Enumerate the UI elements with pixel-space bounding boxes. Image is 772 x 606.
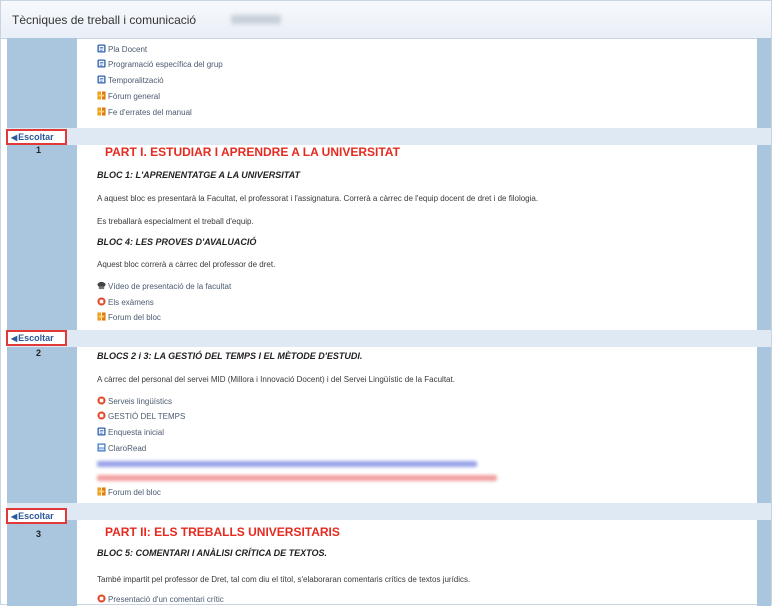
bloc4-text: Aquest bloc correrà a càrrec del profess… — [97, 260, 276, 269]
section-bar-3 — [7, 503, 771, 520]
bloc1-title: BLOC 1: L'APRENENTATGE A LA UNIVERSITAT — [97, 170, 300, 180]
resource-icon — [97, 411, 106, 420]
page-icon — [97, 75, 106, 84]
video-icon — [97, 281, 106, 290]
bloc2-3-text: A càrrec del personal del servei MID (Mi… — [97, 375, 455, 384]
section-number-2: 2 — [36, 348, 42, 358]
forum-icon — [97, 487, 106, 496]
listen-button-1[interactable]: ◀Escoltar — [6, 129, 67, 145]
resource-programacio[interactable]: Programació específica del grup — [97, 59, 223, 70]
forum-icon — [97, 312, 106, 321]
part-title-1: PART I. ESTUDIAR I APRENDRE A LA UNIVERS… — [105, 145, 400, 159]
resource-forum-bloc-1[interactable]: Forum del bloc — [97, 312, 161, 323]
resource-enquesta-inicial[interactable]: Enquesta inicial — [97, 427, 164, 438]
bloc4-title: BLOC 4: LES PROVES D'AVALUACIÓ — [97, 237, 257, 247]
section-number-3: 3 — [36, 529, 42, 539]
redacted-link-text-1 — [97, 461, 477, 467]
resource-temporalitzacio[interactable]: Temporalització — [97, 75, 164, 86]
redacted-course-code — [231, 15, 281, 24]
speaker-icon: ◀ — [11, 334, 18, 343]
course-header: Tècniques de treball i comunicació — [1, 1, 771, 39]
resource-pla-docent[interactable]: Pla Docent — [97, 44, 147, 55]
page-icon — [97, 44, 106, 53]
resource-presentacio-comentari[interactable]: Presentació d'un comentari crític — [97, 594, 224, 605]
page-icon — [97, 427, 106, 436]
bloc1-text1: A aquest bloc es presentarà la Facultat,… — [97, 194, 539, 203]
resource-icon — [97, 297, 106, 306]
course-page: Tècniques de treball i comunicació Pla D… — [0, 0, 772, 606]
section-number-1: 1 — [36, 145, 42, 155]
bloc5-text: També impartit pel professor de Dret, ta… — [97, 575, 471, 584]
course-title: Tècniques de treball i comunicació — [12, 13, 197, 27]
resource-forum-general[interactable]: Fòrum general — [97, 91, 160, 102]
forum-icon — [97, 107, 106, 116]
speaker-icon: ◀ — [11, 133, 18, 142]
section-bar-1 — [7, 128, 771, 145]
resource-gestio-temps[interactable]: GESTIÓ DEL TEMPS — [97, 411, 185, 422]
page-icon — [97, 59, 106, 68]
part-title-3: PART II: ELS TREBALLS UNIVERSITARIS — [105, 525, 340, 539]
resource-serveis-linguistics[interactable]: Serveis lingüístics — [97, 396, 172, 407]
section-bar-2 — [7, 330, 771, 347]
listen-button-2[interactable]: ◀Escoltar — [6, 330, 67, 346]
redacted-link-text-2 — [97, 475, 497, 481]
resource-claroread[interactable]: ClaroRead — [97, 443, 146, 454]
resource-video-presentacio[interactable]: Vídeo de presentació de la facultat — [97, 281, 231, 292]
listen-button-3[interactable]: ◀Escoltar — [6, 508, 67, 524]
bloc2-3-title: BLOCS 2 i 3: LA GESTIÓ DEL TEMPS I EL MÈ… — [97, 351, 363, 361]
resource-icon — [97, 594, 106, 603]
resource-fe-errates[interactable]: Fe d'errates del manual — [97, 107, 192, 118]
speaker-icon: ◀ — [11, 512, 18, 521]
link-icon — [97, 443, 106, 452]
bloc5-title: BLOC 5: COMENTARI I ANÀLISI CRÍTICA DE T… — [97, 548, 328, 558]
resource-examens[interactable]: Els exàmens — [97, 297, 154, 308]
forum-icon — [97, 91, 106, 100]
resource-forum-bloc-2[interactable]: Forum del bloc — [97, 487, 161, 498]
right-column — [757, 38, 771, 606]
resource-icon — [97, 396, 106, 405]
bloc1-text2: Es treballarà especialment el treball d'… — [97, 217, 254, 226]
